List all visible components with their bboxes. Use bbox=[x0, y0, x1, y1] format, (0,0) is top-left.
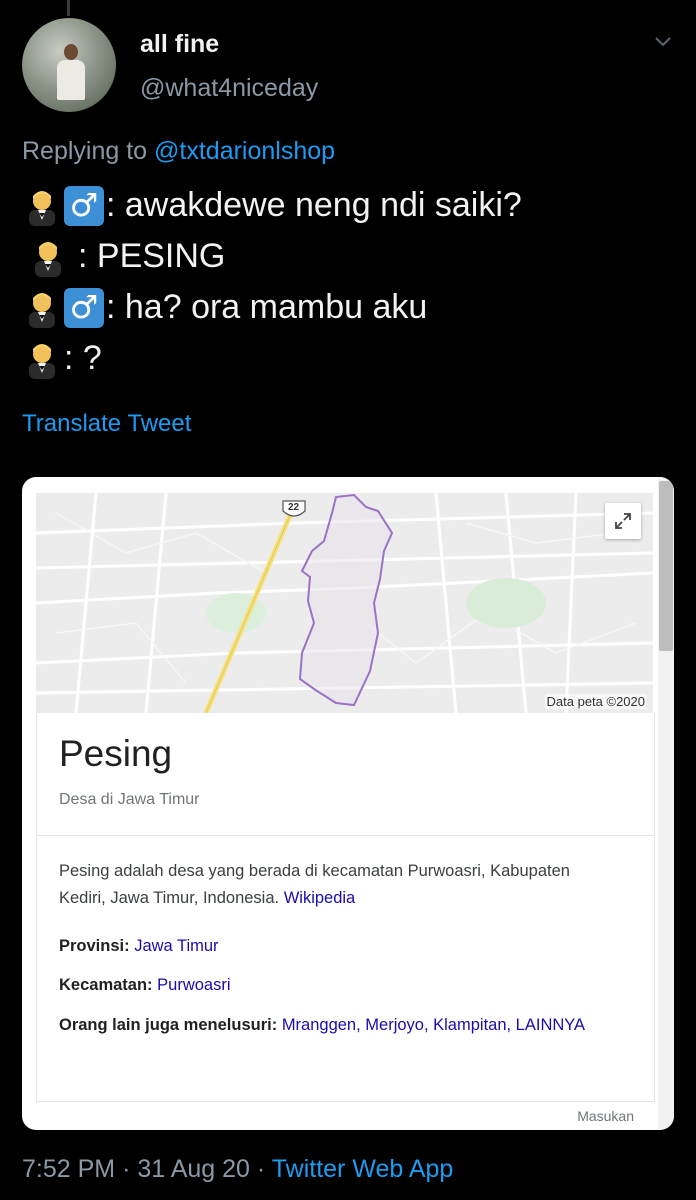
tweet-line: ♂ : ha? ora mambu aku bbox=[22, 282, 682, 333]
avatar-person-head bbox=[64, 44, 78, 60]
scrollbar-thumb[interactable] bbox=[659, 481, 673, 651]
tweet-line: : ? bbox=[22, 333, 682, 384]
tweet-time[interactable]: 7:52 PM bbox=[22, 1155, 115, 1183]
fact-related-searches: Orang lain juga menelusuri: Mranggen, Me… bbox=[59, 1012, 619, 1039]
chevron-down-icon[interactable] bbox=[654, 36, 672, 48]
man-in-tuxedo-icon bbox=[28, 237, 68, 277]
translate-tweet-link[interactable]: Translate Tweet bbox=[22, 410, 191, 438]
avatar[interactable] bbox=[22, 18, 116, 112]
source-app-link[interactable]: Twitter Web App bbox=[272, 1155, 454, 1183]
related-searches-links[interactable]: Mranggen, Merjoyo, Klampitan, LAINNYA bbox=[282, 1016, 585, 1034]
fact-label: Kecamatan: bbox=[59, 976, 153, 994]
fact-label: Orang lain juga menelusuri: bbox=[59, 1016, 278, 1034]
replying-prefix: Replying to bbox=[22, 137, 155, 165]
feedback-link[interactable]: Masukan bbox=[577, 1108, 634, 1124]
place-description: Pesing adalah desa yang berada di kecama… bbox=[59, 858, 619, 912]
meta-separator: · bbox=[256, 1155, 266, 1183]
expand-icon bbox=[615, 513, 631, 529]
male-sign-icon: ♂ bbox=[64, 287, 104, 328]
map-attribution: Data peta ©2020 bbox=[544, 694, 647, 709]
map-view[interactable]: 22 Data peta ©2020 bbox=[36, 493, 653, 713]
scrollbar[interactable] bbox=[658, 477, 674, 1130]
replying-to: Replying to @txtdarionlshop bbox=[22, 137, 335, 166]
tweet-metadata: 7:52 PM · 31 Aug 20 · Twitter Web App bbox=[22, 1155, 453, 1184]
tweet-line: : PESING bbox=[22, 231, 682, 282]
reply-target-link[interactable]: @txtdarionlshop bbox=[154, 137, 335, 165]
man-in-tuxedo-icon bbox=[22, 288, 62, 328]
fact-kecamatan: Kecamatan: Purwoasri bbox=[59, 972, 619, 999]
place-subtitle: Desa di Jawa Timur bbox=[59, 791, 200, 808]
thread-connector-line bbox=[67, 0, 70, 16]
tweet-line-text: : ? bbox=[64, 339, 102, 377]
road-number: 22 bbox=[288, 502, 300, 513]
fact-provinsi: Provinsi: Jawa Timur bbox=[59, 933, 619, 960]
tweet-text: ♂ : awakdewe neng ndi saiki? : PESING ♂ … bbox=[22, 180, 682, 384]
tweet-line: ♂ : awakdewe neng ndi saiki? bbox=[22, 180, 682, 231]
man-in-tuxedo-icon bbox=[22, 339, 62, 379]
tweet-date[interactable]: 31 Aug 20 bbox=[137, 1155, 250, 1183]
fact-value-link[interactable]: Jawa Timur bbox=[134, 937, 218, 955]
attached-image-card[interactable]: 22 Data peta ©2020 Pesing Desa di Jawa T… bbox=[22, 477, 674, 1130]
user-handle[interactable]: @what4niceday bbox=[140, 74, 318, 103]
village-boundary bbox=[298, 493, 394, 707]
fact-value-link[interactable]: Purwoasri bbox=[157, 976, 230, 994]
tweet-line-text: : awakdewe neng ndi saiki? bbox=[106, 186, 522, 224]
tweet-line-text: : ha? ora mambu aku bbox=[106, 288, 428, 326]
man-in-tuxedo-icon bbox=[22, 186, 62, 226]
meta-separator: · bbox=[122, 1155, 131, 1183]
avatar-person-body bbox=[57, 60, 85, 100]
knowledge-panel: Pesing Desa di Jawa Timur Pesing adalah … bbox=[36, 713, 655, 1102]
map-roads bbox=[36, 493, 653, 713]
place-title: Pesing bbox=[59, 733, 173, 774]
male-sign-icon: ♂ bbox=[64, 185, 104, 226]
fact-label: Provinsi: bbox=[59, 937, 130, 955]
tweet-line-text: : PESING bbox=[78, 237, 226, 275]
divider bbox=[37, 835, 654, 836]
display-name[interactable]: all fine bbox=[140, 30, 219, 59]
expand-map-button[interactable] bbox=[605, 503, 641, 539]
wikipedia-link[interactable]: Wikipedia bbox=[284, 889, 356, 907]
